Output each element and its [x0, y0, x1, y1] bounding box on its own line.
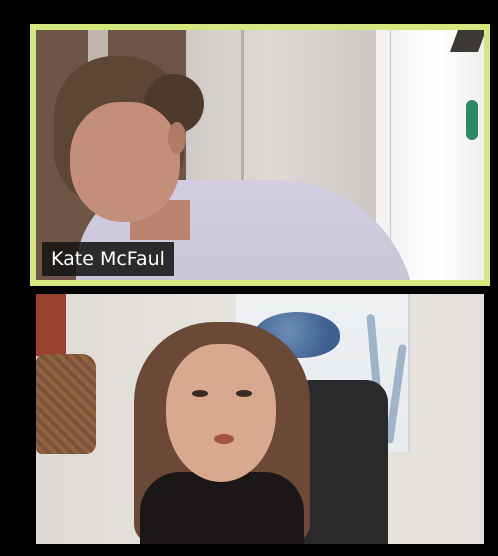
participant-top [140, 472, 304, 544]
background-fabric [36, 294, 66, 356]
participant-face [166, 344, 276, 482]
background-window [391, 30, 484, 280]
participant-video-tile-kate-mcfaul[interactable]: Kate McFaul [30, 24, 490, 286]
video-gallery: Kate McFaul [0, 0, 498, 556]
background-woven-bag [36, 354, 96, 454]
painting-stroke [385, 343, 407, 445]
participant-mouth [214, 434, 234, 444]
participant-face [70, 102, 180, 222]
participant-eye-right [236, 390, 252, 397]
participant-name-tag: Kate McFaul [42, 242, 174, 276]
participant-ear [168, 122, 186, 154]
participant-video-tile-2[interactable] [36, 294, 484, 544]
background-plant [466, 100, 478, 140]
participant-eye-left [192, 390, 208, 397]
